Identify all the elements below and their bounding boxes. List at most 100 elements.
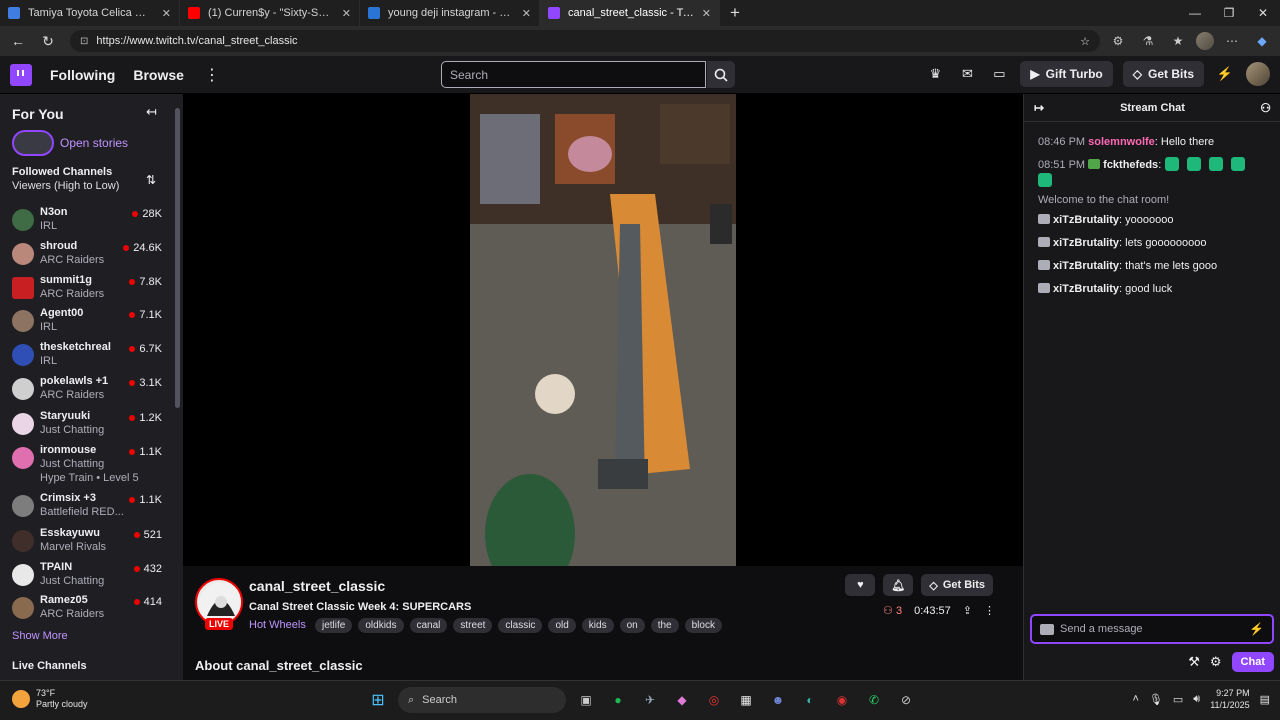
browser-tab[interactable]: young deji instagram - Search ✕	[360, 0, 540, 26]
sidebar-item-summit1g[interactable]: summit1g ARC Raiders 7.8K	[12, 274, 164, 306]
close-icon[interactable]: ✕	[162, 7, 171, 20]
extensions-icon[interactable]: ⚙	[1106, 34, 1130, 48]
tag[interactable]: old	[548, 618, 576, 633]
edge-icon[interactable]: ◐	[798, 688, 822, 712]
app-icon[interactable]: ◎	[702, 688, 726, 712]
gift-turbo-button[interactable]: ▶ Gift Turbo	[1020, 61, 1113, 87]
close-icon[interactable]: ✕	[702, 7, 711, 20]
sidebar-item-staryuuki[interactable]: Staryuuki Just Chatting 1.2K	[12, 410, 164, 442]
chat-username[interactable]: xiTzBrutality	[1053, 237, 1119, 249]
chat-input[interactable]: Send a message ⚡	[1030, 614, 1274, 644]
maximize-icon[interactable]: ❐	[1212, 6, 1246, 20]
sidebar-item-ramez05[interactable]: Ramez05 ARC Raiders 414	[12, 594, 164, 626]
tag[interactable]: canal	[409, 618, 448, 633]
weather-widget[interactable]: 73°F Partly cloudy	[12, 688, 88, 710]
search-input[interactable]: Search	[441, 61, 706, 88]
sidebar-item-crimsix[interactable]: Crimsix +3 Battlefield RED... 1.1K	[12, 492, 164, 524]
spotify-icon[interactable]: ●	[606, 688, 630, 712]
sidebar-item-pokelawls[interactable]: pokelawls +1 ARC Raiders 3.1K	[12, 375, 164, 407]
notifications-button[interactable]: 🔔︎	[883, 574, 914, 596]
inbox-icon[interactable]: ✉	[956, 63, 978, 85]
following-link[interactable]: Following	[50, 67, 115, 83]
new-tab-button[interactable]: +	[720, 3, 750, 23]
chat-username[interactable]: xiTzBrutality	[1053, 283, 1119, 295]
sidebar-item-n3on[interactable]: N3on IRL 28K	[12, 206, 164, 238]
chat-username[interactable]: xiTzBrutality	[1053, 214, 1119, 226]
browser-tab[interactable]: Tamiya Toyota Celica GT-Four RC ✕	[0, 0, 180, 26]
sidebar-item-tpain[interactable]: TPAIN Just Chatting 432	[12, 561, 164, 593]
taskbar-search[interactable]: ⌕ Search	[398, 687, 566, 713]
chat-send-button[interactable]: Chat	[1231, 652, 1274, 672]
tag[interactable]: classic	[498, 618, 543, 633]
chat-identity-icon[interactable]	[1040, 623, 1054, 635]
tag[interactable]: the	[650, 618, 679, 633]
microphone-icon[interactable]: 🎙︎	[1149, 693, 1163, 706]
community-icon[interactable]: ⚇	[1260, 101, 1271, 115]
copilot-icon[interactable]: ◆	[1250, 34, 1274, 48]
whispers-icon[interactable]: ▭	[988, 63, 1010, 85]
sidebar-item-thesketchreal[interactable]: thesketchreal IRL 6.7K	[12, 341, 164, 373]
app-icon[interactable]: ⊘	[894, 688, 918, 712]
close-icon[interactable]: ✕	[522, 7, 531, 20]
whatsapp-icon[interactable]: ✆	[862, 688, 886, 712]
get-bits-button[interactable]: ◇ Get Bits	[921, 574, 993, 596]
chat-username[interactable]: xiTzBrutality	[1053, 260, 1119, 272]
favorite-star-icon[interactable]: ☆	[1080, 35, 1090, 48]
follow-button[interactable]: ♥	[845, 574, 876, 596]
more-icon[interactable]: ⋯	[1220, 34, 1244, 48]
close-icon[interactable]: ✕	[342, 7, 351, 20]
prime-crown-icon[interactable]: ♛	[924, 63, 946, 85]
sidebar-item-agent00[interactable]: Agent00 IRL 7.1K	[12, 307, 164, 339]
tag[interactable]: jetlife	[315, 618, 353, 633]
more-options-icon[interactable]: ⋮	[984, 604, 995, 617]
store-icon[interactable]: ▦	[734, 688, 758, 712]
share-icon[interactable]: ⇪	[963, 604, 972, 617]
tag[interactable]: on	[619, 618, 645, 633]
clock[interactable]: 9:27 PM 11/1/2025	[1210, 687, 1249, 711]
site-info-icon[interactable]: ⊡	[80, 36, 88, 47]
video-player[interactable]	[183, 94, 1023, 566]
tag[interactable]: oldkids	[358, 618, 404, 633]
collapse-chat-icon[interactable]: ↦	[1034, 101, 1044, 115]
sidebar-item-shroud[interactable]: shroud ARC Raiders 24.6K	[12, 240, 164, 272]
sidebar-scrollbar[interactable]	[175, 98, 181, 678]
chevron-up-icon[interactable]: ˄	[1132, 693, 1138, 705]
favorites-icon[interactable]: ★	[1166, 34, 1190, 48]
back-icon[interactable]: ←	[6, 33, 30, 49]
minimize-icon[interactable]: —	[1178, 6, 1212, 20]
show-more-link[interactable]: Show More	[12, 630, 68, 642]
browser-essentials-icon[interactable]: ⚗	[1136, 34, 1160, 48]
notifications-icon[interactable]: ▤	[1260, 693, 1270, 706]
volume-icon[interactable]: 🔊︎	[1193, 693, 1200, 706]
sidebar-item-esskayuwu[interactable]: Esskayuwu Marvel Rivals 521	[12, 527, 164, 559]
tag[interactable]: kids	[581, 618, 614, 633]
sidebar-item-ironmouse[interactable]: ironmouse Just Chatting 1.1K Hype Train …	[12, 444, 164, 490]
network-icon[interactable]: ▭	[1173, 693, 1183, 706]
chat-settings-icon[interactable]: ⚙	[1210, 654, 1222, 670]
tag[interactable]: block	[684, 618, 722, 633]
emote-picker-icon[interactable]: ⚡	[1249, 622, 1264, 636]
chat-username[interactable]: fckthefeds	[1103, 159, 1158, 171]
close-window-icon[interactable]: ✕	[1246, 6, 1280, 20]
app-icon[interactable]: ◉	[830, 688, 854, 712]
stream-category-link[interactable]: Hot Wheels	[249, 619, 306, 631]
get-bits-button[interactable]: ◇ Get Bits	[1122, 61, 1204, 87]
more-menu-icon[interactable]: ⋮	[204, 65, 220, 85]
twitch-logo-icon[interactable]	[10, 63, 32, 86]
chat-username[interactable]: solemnwolfe	[1088, 136, 1155, 148]
browser-tab[interactable]: (1) Curren$y - "Sixty-Seven Turbo ✕	[180, 0, 360, 26]
browse-link[interactable]: Browse	[133, 67, 184, 83]
steam-icon[interactable]: ✈	[638, 688, 662, 712]
open-stories[interactable]: Open stories	[12, 130, 128, 156]
refresh-icon[interactable]: ↻	[36, 33, 60, 50]
browser-tab-active[interactable]: canal_street_classic - Twitch ✕	[540, 0, 720, 26]
user-avatar[interactable]	[1246, 62, 1270, 86]
url-field[interactable]: ⊡ https://www.twitch.tv/canal_street_cla…	[70, 30, 1100, 52]
tag[interactable]: street	[453, 618, 493, 633]
windows-start-icon[interactable]: ⊞	[366, 688, 390, 712]
profile-avatar[interactable]	[1196, 32, 1214, 50]
sort-icon[interactable]: ⇅	[146, 173, 156, 187]
search-button[interactable]	[707, 61, 735, 88]
bits-cheer-icon[interactable]: ⚒	[1188, 654, 1200, 670]
task-view-icon[interactable]: ▣	[574, 688, 598, 712]
